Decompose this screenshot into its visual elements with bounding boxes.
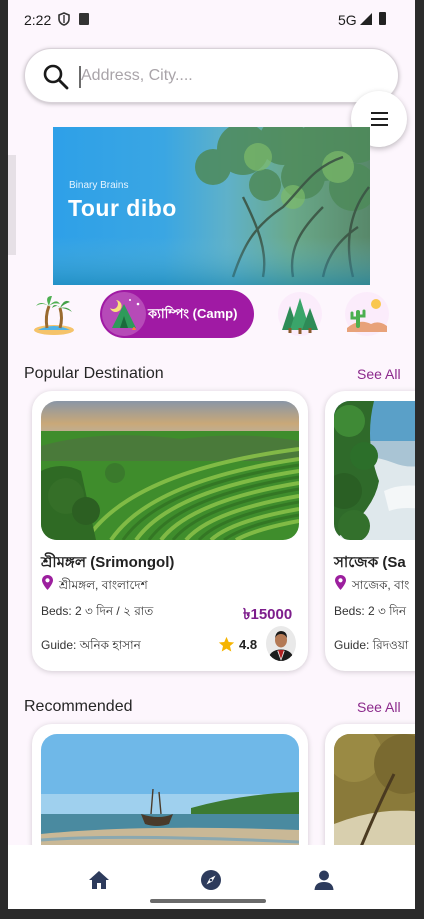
category-camping[interactable]: ক্যাম্পিং (Camp) [100, 290, 254, 338]
gesture-home-indicator[interactable] [150, 899, 266, 903]
beach-icon [34, 296, 74, 335]
rating-value: 4.8 [239, 637, 258, 652]
sd-card-icon [79, 13, 89, 25]
star-icon [218, 636, 235, 652]
banner-tagline: Binary Brains [69, 180, 129, 191]
search-input[interactable] [81, 63, 371, 89]
profile-icon[interactable] [313, 869, 335, 891]
category-beach[interactable] [30, 290, 78, 338]
trip-price: ৳15000 [243, 606, 293, 623]
destination-photo [334, 401, 415, 540]
home-icon[interactable] [88, 869, 110, 891]
popular-section-title: Popular Destination [24, 365, 164, 382]
search-icon [43, 64, 69, 90]
shield-icon [58, 12, 70, 26]
trip-details: Beds: 2 ৩ দিন / ২ রাত [41, 604, 154, 618]
recommended-card-2[interactable] [325, 724, 415, 864]
network-type: 5G [338, 12, 357, 28]
banner-title: Tour dibo [68, 195, 177, 221]
recommended-section-title: Recommended [24, 698, 133, 715]
guide-name: Guide: রিদওয়া [334, 638, 409, 652]
device-bezel-left [0, 0, 8, 919]
category-label: ক্যাম্পিং (Camp) [148, 306, 238, 321]
camping-icon [102, 292, 146, 336]
destination-name: শ্রীমঙ্গল (Srimongol) [41, 554, 175, 571]
recommended-card-1[interactable] [32, 724, 308, 864]
bottom-navigation [8, 845, 415, 909]
destination-card-srimongol[interactable]: শ্রীমঙ্গল (Srimongol) শ্রীমঙ্গল, বাংলাদে… [32, 391, 308, 671]
destination-location: সাজেক, বাং [352, 578, 410, 592]
destination-name: সাজেক (Sa [334, 554, 406, 571]
location-pin-icon [335, 575, 346, 590]
destination-location: শ্রীমঙ্গল, বাংলাদেশ [59, 578, 148, 592]
guide-avatar [266, 626, 296, 661]
trip-details: Beds: 2 ৩ দিন [334, 604, 407, 618]
desert-icon [345, 292, 389, 336]
destination-photo [41, 401, 299, 540]
location-pin-icon [42, 575, 53, 590]
app-screen: 2:22 5G Address, City.... Binary Brains … [8, 0, 415, 909]
status-bar: 2:22 5G [8, 0, 415, 38]
promo-banner[interactable]: Binary Brains Tour dibo [53, 127, 370, 285]
status-time: 2:22 [24, 12, 52, 28]
search-bar[interactable] [24, 48, 399, 103]
battery-icon [379, 12, 386, 25]
signal-icon [360, 13, 372, 25]
explore-compass-icon[interactable] [200, 869, 222, 891]
destination-card-sajek[interactable]: সাজেক (Sa সাজেক, বাং Beds: 2 ৩ দিন Guide… [325, 391, 415, 671]
menu-icon [371, 112, 388, 114]
guide-name: Guide: অনিক হাসান [41, 638, 141, 652]
forest-icon [278, 292, 322, 336]
device-bezel-bottom [0, 909, 424, 919]
banner-peek-previous[interactable] [8, 155, 16, 255]
category-forest[interactable] [276, 290, 324, 338]
popular-see-all-link[interactable]: See All [357, 366, 401, 382]
device-bezel-right [415, 0, 424, 919]
phone-frame: 2:22 5G Address, City.... Binary Brains … [0, 0, 424, 919]
recommended-see-all-link[interactable]: See All [357, 699, 401, 715]
category-desert[interactable] [343, 290, 391, 338]
